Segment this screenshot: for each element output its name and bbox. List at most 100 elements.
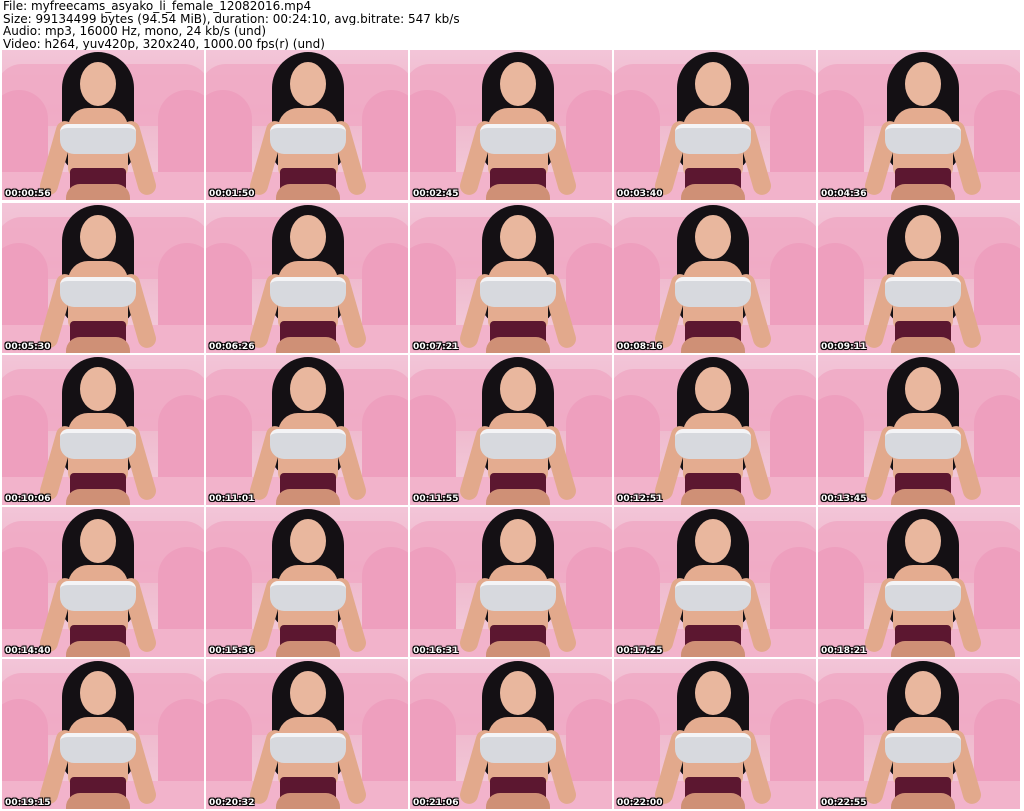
thumbnail-timestamp: 00:11:01 bbox=[209, 494, 255, 504]
person-face bbox=[695, 367, 731, 411]
thumbnail-timestamp: 00:22:00 bbox=[617, 798, 663, 808]
thumbnail-timestamp: 00:06:26 bbox=[209, 342, 255, 352]
person-knees bbox=[891, 641, 955, 657]
person-face bbox=[695, 215, 731, 259]
person-face bbox=[290, 519, 326, 563]
person-lace-top bbox=[270, 581, 346, 611]
person-face bbox=[290, 367, 326, 411]
person-knees bbox=[891, 793, 955, 809]
video-info-line: Video: h264, yuv420p, 320x240, 1000.00 f… bbox=[3, 37, 325, 50]
person-lace-top bbox=[270, 429, 346, 459]
thumbnail-timestamp: 00:01:50 bbox=[209, 189, 255, 199]
thumbnail-timestamp: 00:03:40 bbox=[617, 189, 663, 199]
thumbnail-timestamp: 00:14:40 bbox=[5, 646, 51, 656]
file-name-line: File: myfreecams_asyako_li_female_120820… bbox=[3, 0, 312, 13]
person-lace-top bbox=[885, 429, 961, 459]
thumbnail-timestamp: 00:22:55 bbox=[821, 798, 867, 808]
thumbnail-timestamp: 00:07:21 bbox=[413, 342, 459, 352]
person-knees bbox=[681, 489, 745, 505]
person-face bbox=[500, 367, 536, 411]
person-knees bbox=[486, 489, 550, 505]
thumbnail-timestamp: 00:21:06 bbox=[413, 798, 459, 808]
person-knees bbox=[276, 337, 340, 353]
person-face bbox=[905, 62, 941, 106]
video-thumbnail: 00:08:16 bbox=[614, 203, 816, 353]
video-thumbnail: 00:03:40 bbox=[614, 50, 816, 200]
person-lace-top bbox=[480, 277, 556, 307]
thumbnail-grid: 00:00:56 00:01:50 00:02:45 00:03:40 00:04:36… bbox=[0, 50, 1024, 811]
audio-info-line: Audio: mp3, 16000 Hz, mono, 24 kb/s (und… bbox=[3, 25, 267, 38]
person-face bbox=[80, 215, 116, 259]
person-face bbox=[290, 62, 326, 106]
person-knees bbox=[276, 489, 340, 505]
video-thumbnail: 00:02:45 bbox=[410, 50, 612, 200]
person-knees bbox=[486, 184, 550, 200]
video-thumbnail: 00:01:50 bbox=[206, 50, 408, 200]
person-knees bbox=[891, 489, 955, 505]
person-face bbox=[905, 519, 941, 563]
person-lace-top bbox=[270, 124, 346, 154]
video-thumbnail: 00:17:25 bbox=[614, 507, 816, 657]
person-face bbox=[80, 367, 116, 411]
person-face bbox=[695, 62, 731, 106]
video-thumbnail: 00:06:26 bbox=[206, 203, 408, 353]
person-knees bbox=[681, 337, 745, 353]
thumbnail-timestamp: 00:19:15 bbox=[5, 798, 51, 808]
person-face bbox=[500, 62, 536, 106]
person-lace-top bbox=[885, 124, 961, 154]
person-knees bbox=[66, 793, 130, 809]
video-thumbnail: 00:22:55 bbox=[818, 659, 1020, 809]
person-lace-top bbox=[60, 733, 136, 763]
person-knees bbox=[276, 184, 340, 200]
video-thumbnail: 00:11:01 bbox=[206, 355, 408, 505]
person-knees bbox=[66, 641, 130, 657]
person-lace-top bbox=[675, 581, 751, 611]
video-thumbnail: 00:21:06 bbox=[410, 659, 612, 809]
thumbnail-timestamp: 00:11:55 bbox=[413, 494, 459, 504]
person-face bbox=[500, 519, 536, 563]
person-knees bbox=[891, 337, 955, 353]
person-lace-top bbox=[480, 124, 556, 154]
thumbnail-timestamp: 00:04:36 bbox=[821, 189, 867, 199]
thumbnail-timestamp: 00:00:56 bbox=[5, 189, 51, 199]
person-face bbox=[80, 519, 116, 563]
person-lace-top bbox=[60, 581, 136, 611]
video-thumbnail: 00:12:51 bbox=[614, 355, 816, 505]
person-knees bbox=[681, 184, 745, 200]
video-thumbnail: 00:15:36 bbox=[206, 507, 408, 657]
video-thumbnail: 00:18:21 bbox=[818, 507, 1020, 657]
person-lace-top bbox=[885, 581, 961, 611]
person-lace-top bbox=[270, 277, 346, 307]
person-knees bbox=[276, 793, 340, 809]
video-thumbnail: 00:10:06 bbox=[2, 355, 204, 505]
person-knees bbox=[486, 793, 550, 809]
person-lace-top bbox=[270, 733, 346, 763]
thumbnail-timestamp: 00:16:31 bbox=[413, 646, 459, 656]
video-thumbnail: 00:05:30 bbox=[2, 203, 204, 353]
person-knees bbox=[891, 184, 955, 200]
video-thumbnail: 00:00:56 bbox=[2, 50, 204, 200]
person-lace-top bbox=[60, 429, 136, 459]
person-lace-top bbox=[675, 429, 751, 459]
thumbnail-timestamp: 00:12:51 bbox=[617, 494, 663, 504]
person-knees bbox=[276, 641, 340, 657]
thumbnail-timestamp: 00:17:25 bbox=[617, 646, 663, 656]
video-thumbnail: 00:19:15 bbox=[2, 659, 204, 809]
person-knees bbox=[486, 337, 550, 353]
video-thumbnail: 00:13:45 bbox=[818, 355, 1020, 505]
video-thumbnail: 00:16:31 bbox=[410, 507, 612, 657]
person-face bbox=[905, 367, 941, 411]
person-lace-top bbox=[480, 429, 556, 459]
person-knees bbox=[66, 184, 130, 200]
thumbnail-timestamp: 00:13:45 bbox=[821, 494, 867, 504]
person-knees bbox=[66, 337, 130, 353]
person-face bbox=[290, 215, 326, 259]
video-thumbnail: 00:11:55 bbox=[410, 355, 612, 505]
thumbnail-timestamp: 00:20:32 bbox=[209, 798, 255, 808]
person-face bbox=[500, 671, 536, 715]
person-face bbox=[905, 671, 941, 715]
thumbnail-timestamp: 00:02:45 bbox=[413, 189, 459, 199]
person-knees bbox=[66, 489, 130, 505]
person-lace-top bbox=[675, 124, 751, 154]
thumbnail-timestamp: 00:10:06 bbox=[5, 494, 51, 504]
